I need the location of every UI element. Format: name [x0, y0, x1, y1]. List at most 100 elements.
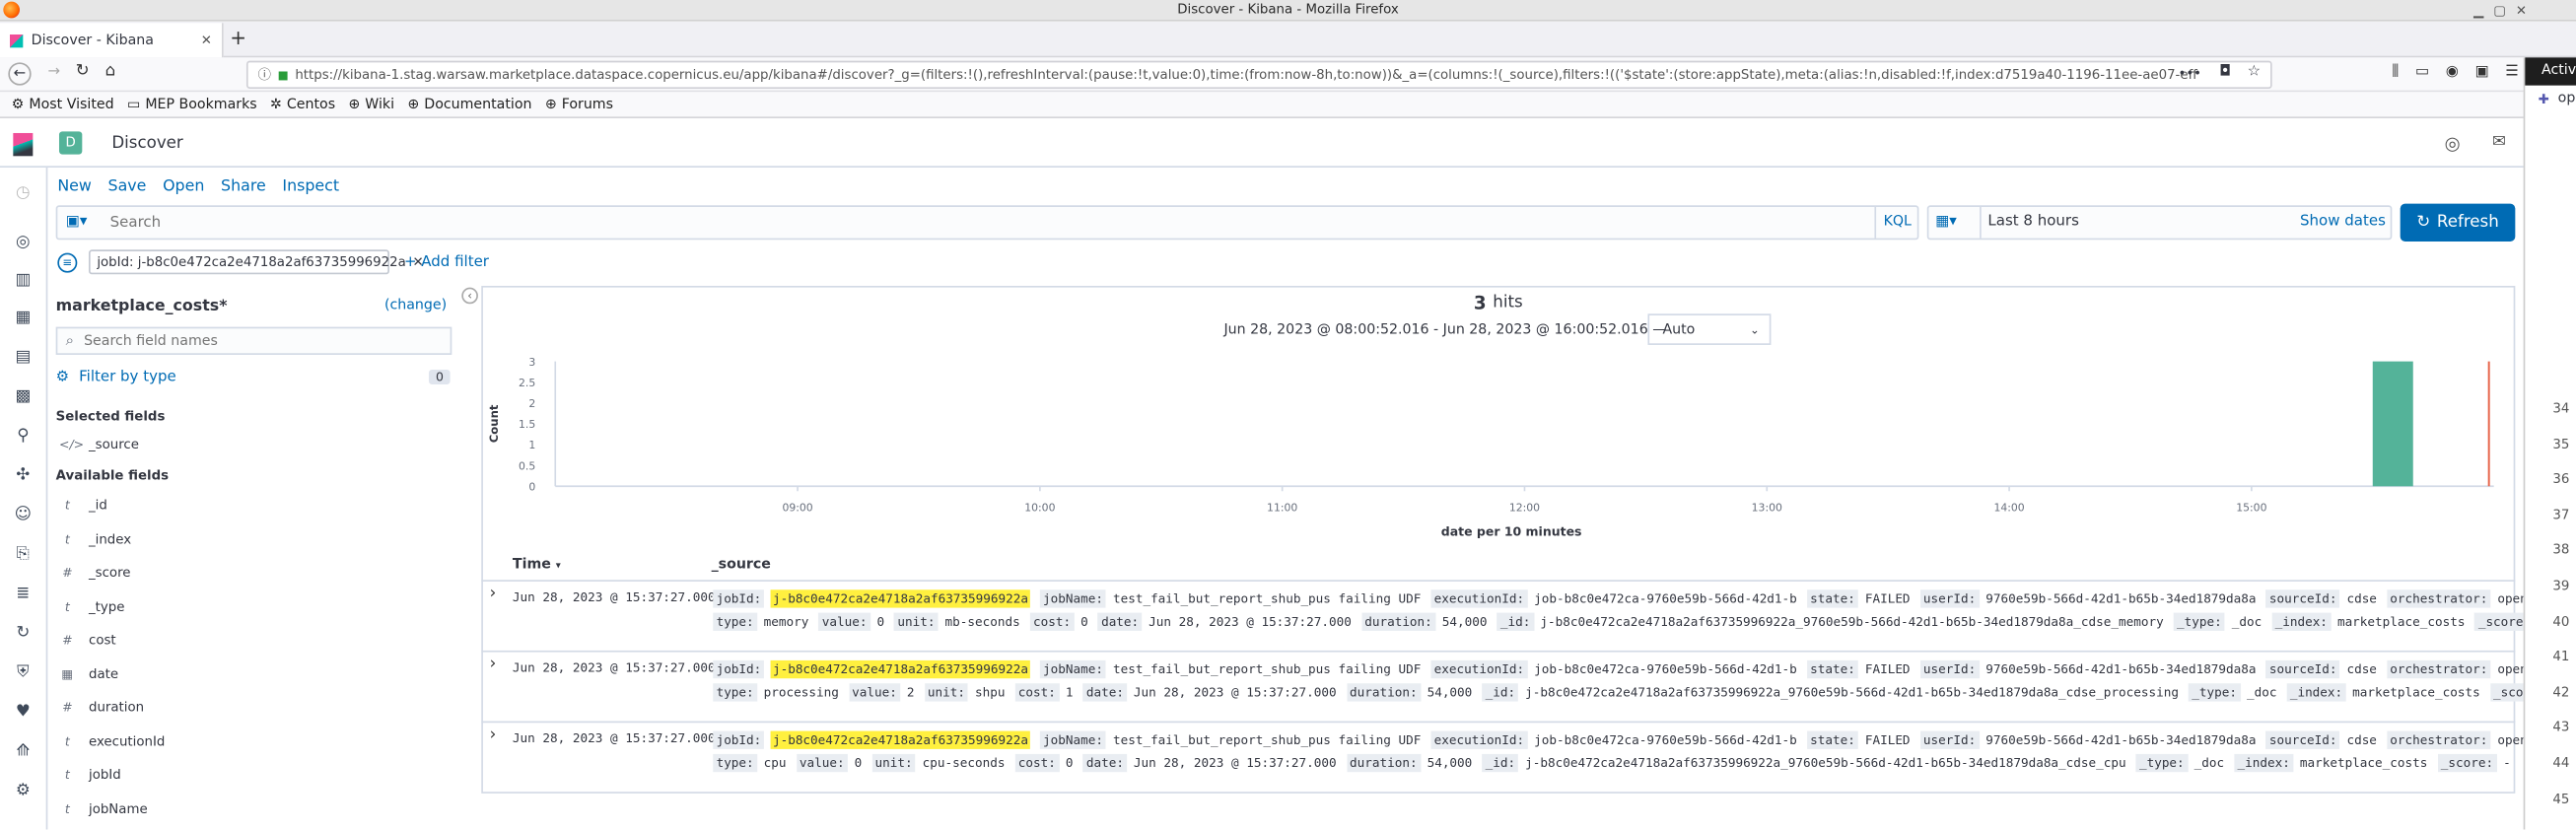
collapse-sidebar-icon[interactable]: ‹ [461, 287, 478, 305]
expand-row-icon[interactable]: › [490, 726, 497, 744]
saved-query-icon[interactable]: ▣▾ [66, 214, 88, 231]
menu-icon[interactable]: ☰ [2505, 64, 2518, 81]
table-row[interactable]: › Jun 28, 2023 @ 15:37:27.000 jobId: j-b8c0… [481, 580, 2576, 651]
source-field-value: 9760e59b-566d-42d1-b65b-34ed1879da8a [1985, 590, 2257, 606]
change-index-link[interactable]: (change) [384, 298, 447, 314]
forward-icon[interactable]: → [47, 64, 60, 81]
source-field-value: job-b8c0e472ca-9760e59b-566d-42d1-b [1534, 590, 1797, 606]
sidebar-icon[interactable]: ▭ [2415, 64, 2429, 81]
source-field-key: unit: [871, 753, 916, 773]
bookmark-mep[interactable]: ▭ MEP Bookmarks [127, 96, 257, 112]
reload-icon[interactable]: ↻ [76, 62, 90, 80]
menu-save[interactable]: Save [108, 177, 147, 195]
home-icon[interactable]: ⌂ [105, 62, 116, 80]
expand-row-icon[interactable]: › [490, 656, 497, 673]
logs-nav-icon[interactable]: ⎘ [13, 545, 33, 565]
url-text[interactable]: https://kibana-1.stag.warsaw.marketplace… [295, 67, 2200, 82]
url-bar[interactable]: ⓘ ■ https://kibana-1.stag.warsaw.marketp… [245, 60, 2272, 89]
new-tab-icon[interactable]: + [230, 27, 246, 49]
y-tick-label: 2 [528, 397, 535, 410]
nav-collapse-icon[interactable]: ◷ [13, 184, 33, 204]
canvas-nav-icon[interactable]: ▤ [13, 348, 33, 368]
management-gear-icon[interactable]: ⚙ [13, 782, 33, 801]
source-field-value: mb-seconds [944, 614, 1020, 630]
date-range-label[interactable]: Last 8 hours [1987, 214, 2078, 231]
bookmark-centos[interactable]: ✲ Centos [270, 96, 335, 112]
filter-by-type[interactable]: ⚙ Filter by type 0 [56, 365, 451, 389]
space-avatar[interactable]: D [58, 131, 83, 155]
field-item[interactable]: ▦ date [59, 666, 118, 681]
help-icon[interactable]: ◎ [2445, 133, 2461, 155]
extension-icon[interactable]: ▣ [2475, 64, 2489, 81]
bookmark-star-icon[interactable]: ☆ [2248, 64, 2261, 81]
source-field-key: executionId: [1430, 730, 1528, 749]
search-input[interactable] [109, 210, 1868, 236]
show-dates-link[interactable]: Show dates [2300, 214, 2386, 231]
field-search-input[interactable] [84, 332, 430, 350]
bookmark-most-visited[interactable]: ⚙ Most Visited [12, 96, 114, 112]
filter-options-icon[interactable]: ≡ [57, 252, 78, 273]
browser-tab[interactable]: Discover - Kibana ✕ [0, 23, 224, 58]
back-icon[interactable]: ← [8, 62, 32, 86]
security-nav-icon[interactable]: ⛨ [13, 663, 33, 683]
source-field-key: type: [713, 683, 758, 702]
dashboard-nav-icon[interactable]: ▦ [13, 309, 33, 328]
filter-pill[interactable]: jobId: j-b8c0e472ca2e4718a2af63735996922… [88, 249, 424, 275]
source-field-key: cost: [1029, 612, 1075, 631]
field-item[interactable]: # cost [59, 633, 116, 648]
tab-close-icon[interactable]: ✕ [201, 33, 212, 47]
source-field-value: marketplace_costs [2336, 614, 2466, 630]
menu-inspect[interactable]: Inspect [282, 177, 339, 195]
source-field-key: date: [1082, 683, 1128, 702]
maps-nav-icon[interactable]: ⚲ [13, 427, 33, 447]
uptime-nav-icon[interactable]: ☺ [13, 506, 33, 525]
table-row[interactable]: › Jun 28, 2023 @ 15:37:27.000 jobId: j-b8c0… [481, 721, 2576, 793]
kibana-logo-icon[interactable] [13, 132, 34, 157]
hits-count: 3 [1473, 292, 1487, 314]
interval-select[interactable]: Auto ⌄ [1647, 313, 1772, 345]
info-icon[interactable]: ⓘ [258, 66, 271, 84]
profile-icon[interactable]: ◉ [2446, 64, 2459, 81]
ml-nav-icon[interactable]: ▩ [13, 387, 33, 407]
bookmark-forums[interactable]: ⊕ Forums [545, 96, 613, 112]
source-field-key: duration: [1346, 753, 1421, 773]
field-item[interactable]: t _id [59, 498, 107, 513]
page-actions-icon[interactable]: ••• [2178, 66, 2201, 81]
minimize-icon[interactable]: ▁ [2473, 3, 2483, 18]
metrics-nav-icon[interactable]: ✣ [13, 466, 33, 486]
close-window-icon[interactable]: ✕ [2516, 3, 2527, 18]
column-time[interactable]: Time ▾ [513, 557, 561, 574]
refresh-button[interactable]: ↻ Refresh [2400, 203, 2516, 242]
source-field-value: test_fail_but_report_shub_pus failing UD… [1112, 590, 1422, 606]
field-item[interactable]: t executionId [59, 733, 165, 748]
field-item[interactable]: t _index [59, 531, 131, 546]
kql-toggle[interactable]: KQL [1874, 206, 1918, 239]
field-item[interactable]: # duration [59, 700, 144, 715]
bookmark-documentation[interactable]: ⊕ Documentation [407, 96, 531, 112]
visualize-nav-icon[interactable]: ▥ [13, 271, 33, 291]
field-item[interactable]: # _score [59, 565, 130, 580]
sort-icon[interactable]: ▾ [556, 560, 561, 572]
maximize-icon[interactable]: ▢ [2493, 3, 2506, 18]
field-item[interactable]: t jobId [59, 767, 121, 782]
menu-new[interactable]: New [57, 177, 92, 195]
menu-open[interactable]: Open [163, 177, 204, 195]
field-source[interactable]: </> _source [59, 437, 139, 451]
apm-nav-icon[interactable]: ≣ [13, 585, 33, 604]
stack-monitoring-icon[interactable]: ⟰ [13, 742, 33, 762]
add-filter-link[interactable]: + Add filter [404, 254, 489, 271]
discover-nav-icon[interactable]: ◎ [13, 234, 33, 253]
bookmark-wiki[interactable]: ⊕ Wiki [348, 96, 394, 112]
devtools-nav-icon[interactable]: ↻ [13, 624, 33, 644]
field-item[interactable]: t jobName [59, 800, 148, 815]
source-field-value: cdse [2346, 590, 2377, 606]
expand-row-icon[interactable]: › [490, 585, 497, 602]
library-icon[interactable]: ⫼ [2392, 64, 2399, 81]
mail-icon[interactable]: ✉ [2492, 133, 2506, 151]
field-item[interactable]: t _type [59, 598, 125, 613]
menu-share[interactable]: Share [221, 177, 266, 195]
table-row[interactable]: › Jun 28, 2023 @ 15:37:27.000 jobId: j-b8c0… [481, 650, 2576, 722]
calendar-icon[interactable]: ▦▾ [1935, 214, 1957, 231]
monitoring-nav-icon[interactable]: ♥ [13, 703, 33, 723]
pocket-icon[interactable]: ◘ [2219, 64, 2231, 81]
